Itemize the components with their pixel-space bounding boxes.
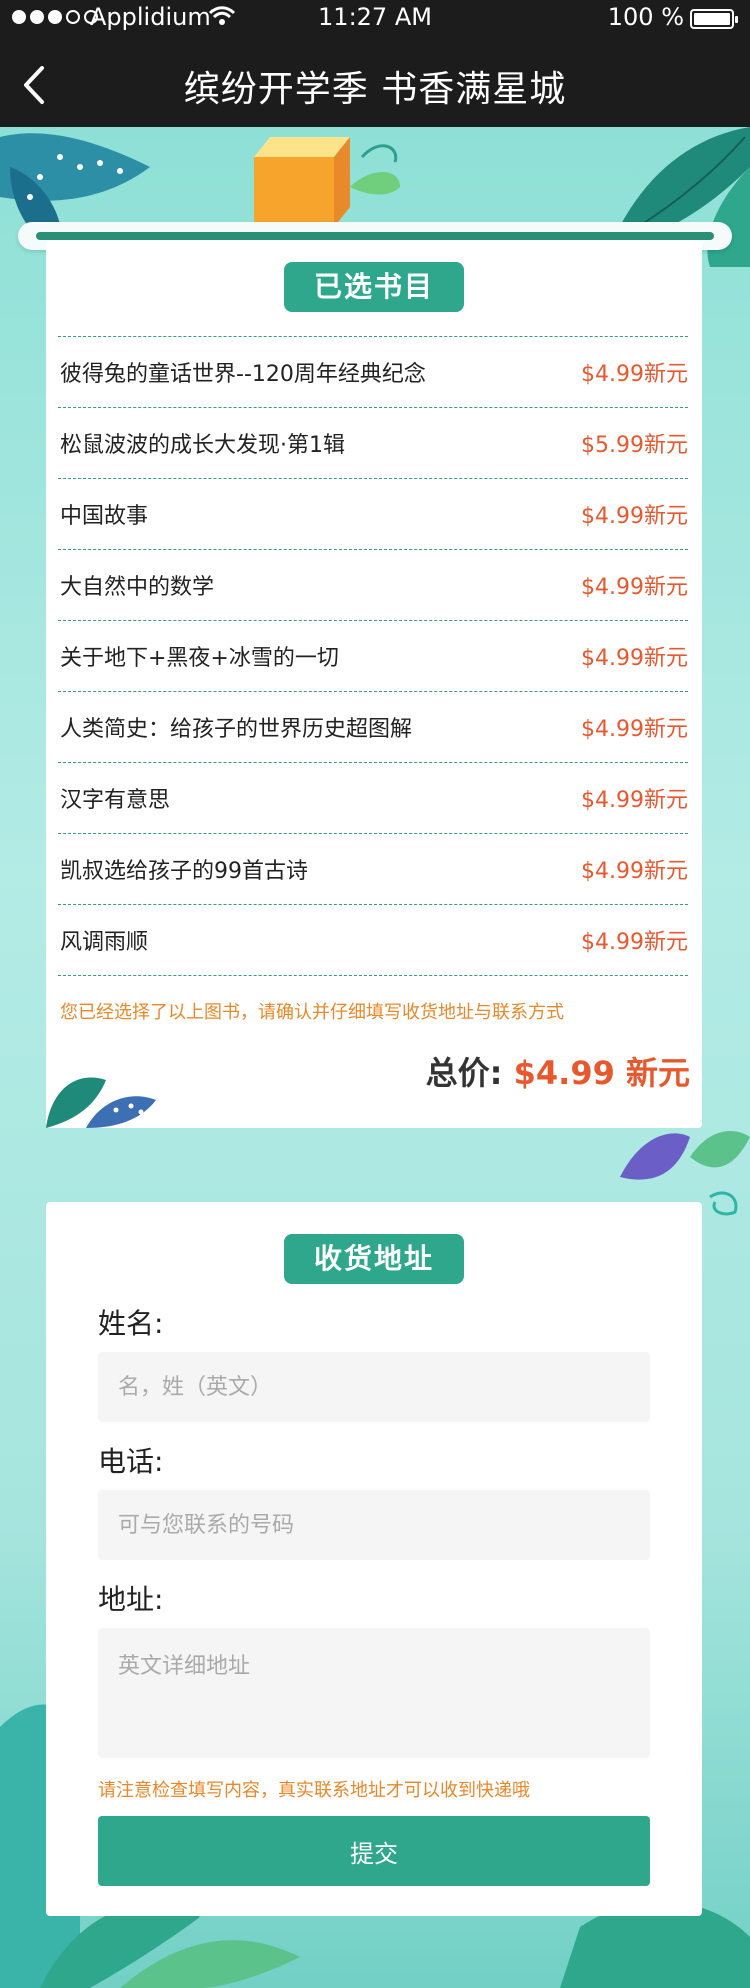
name-label: 姓名: bbox=[98, 1307, 164, 1340]
book-name: 彼得兔的童话世界--120周年经典纪念 bbox=[60, 362, 426, 387]
selection-note: 您已经选择了以上图书，请确认并仔细填写收货地址与联系方式 bbox=[60, 1002, 564, 1023]
book-row: 凯叔选给孩子的99首古诗 $4.99新元 bbox=[58, 834, 688, 905]
status-bar: Applidium 11:27 AM 100 % bbox=[0, 0, 750, 38]
book-price: $4.99新元 bbox=[581, 717, 688, 742]
total-label: 总价: bbox=[425, 1054, 503, 1092]
submit-button[interactable]: 提交 bbox=[98, 1816, 650, 1886]
total-price: 总价: $4.99 新元 bbox=[426, 1048, 690, 1094]
book-name: 凯叔选给孩子的99首古诗 bbox=[60, 859, 308, 884]
book-list: 彼得兔的童话世界--120周年经典纪念 $4.99新元 松鼠波波的成长大发现·第… bbox=[58, 336, 688, 976]
book-price: $4.99新元 bbox=[581, 930, 688, 955]
total-amount: $4.99 新元 bbox=[513, 1054, 690, 1092]
selected-books-title: 已选书目 bbox=[283, 262, 465, 312]
leaf-decoration-card bbox=[46, 1077, 156, 1128]
phone-input[interactable] bbox=[98, 1490, 650, 1560]
top-bar: Applidium 11:27 AM 100 % 缤纷开学季 书香满星城 bbox=[0, 0, 750, 127]
book-name: 风调雨顺 bbox=[60, 930, 149, 955]
book-price: $4.99新元 bbox=[581, 362, 688, 387]
book-row: 大自然中的数学 $4.99新元 bbox=[58, 550, 688, 621]
address-note: 请注意检查填写内容，真实联系地址才可以收到快递哦 bbox=[98, 1780, 530, 1801]
selected-books-card: 已选书目 彼得兔的童话世界--120周年经典纪念 $4.99新元 松鼠波波的成长… bbox=[46, 240, 702, 1128]
address-label: 地址: bbox=[98, 1583, 164, 1616]
name-input[interactable] bbox=[98, 1352, 650, 1422]
book-name: 汉字有意思 bbox=[60, 788, 171, 813]
page-title: 缤纷开学季 书香满星城 bbox=[183, 69, 567, 110]
shipping-address-title: 收货地址 bbox=[283, 1234, 465, 1284]
book-row: 人类简史：给孩子的世界历史超图解 $4.99新元 bbox=[58, 692, 688, 763]
book-row: 汉字有意思 $4.99新元 bbox=[58, 763, 688, 834]
phone-label: 电话: bbox=[98, 1445, 164, 1478]
book-price: $4.99新元 bbox=[581, 788, 688, 813]
book-price: $5.99新元 bbox=[581, 433, 688, 458]
book-price: $4.99新元 bbox=[581, 646, 688, 671]
book-name: 松鼠波波的成长大发现·第1辑 bbox=[60, 433, 345, 458]
book-price: $4.99新元 bbox=[581, 504, 688, 529]
book-row: 彼得兔的童话世界--120周年经典纪念 $4.99新元 bbox=[58, 337, 688, 408]
book-row: 松鼠波波的成长大发现·第1辑 $5.99新元 bbox=[58, 408, 688, 479]
book-price: $4.99新元 bbox=[581, 859, 688, 884]
battery-icon bbox=[690, 9, 738, 29]
battery-percentage: 100 % bbox=[607, 3, 684, 31]
address-input[interactable] bbox=[98, 1628, 650, 1758]
book-row: 关于地下+黑夜+冰雪的一切 $4.99新元 bbox=[58, 621, 688, 692]
book-name: 中国故事 bbox=[60, 504, 149, 529]
book-price: $4.99新元 bbox=[581, 575, 688, 600]
book-decoration bbox=[254, 137, 400, 227]
book-name: 人类简史：给孩子的世界历史超图解 bbox=[60, 717, 413, 742]
book-row: 中国故事 $4.99新元 bbox=[58, 479, 688, 550]
book-name: 大自然中的数学 bbox=[60, 575, 215, 600]
book-row: 风调雨顺 $4.99新元 bbox=[58, 905, 688, 976]
shipping-address-card: 收货地址 姓名: 电话: 地址: 请注意检查填写内容，真实联系地址才可以收到快递… bbox=[46, 1202, 702, 1916]
book-name: 关于地下+黑夜+冰雪的一切 bbox=[60, 646, 339, 671]
